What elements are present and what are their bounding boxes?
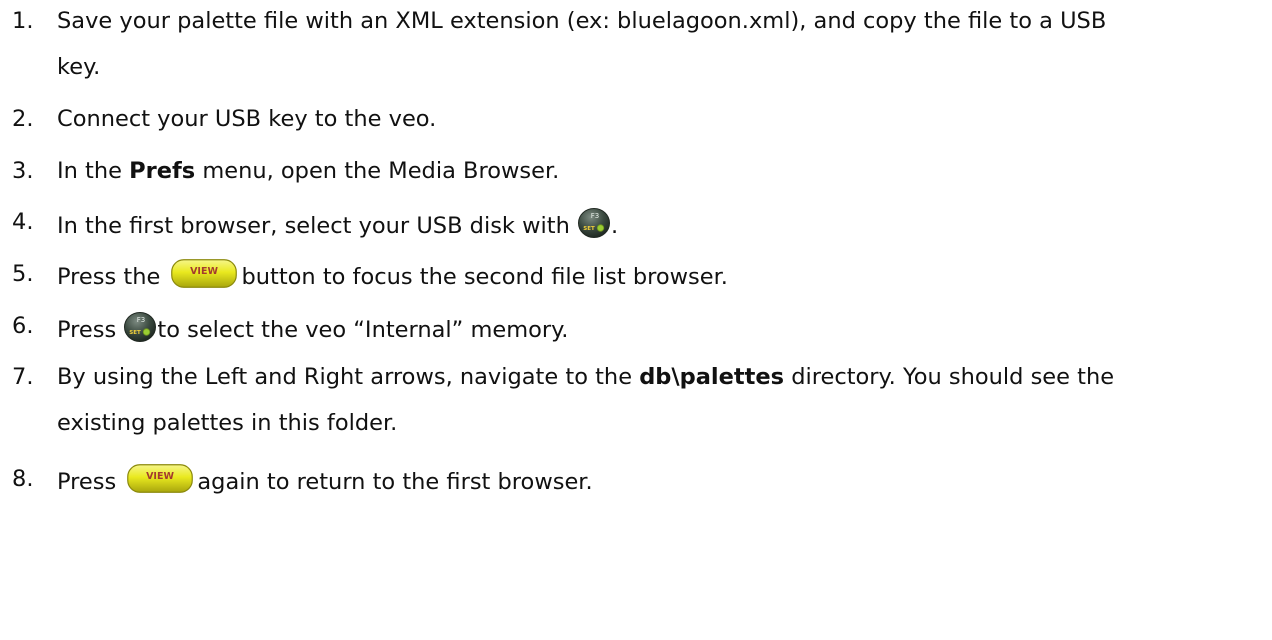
- list-item: 3. In the Prefs menu, open the Media Bro…: [0, 150, 1272, 194]
- step-number: 3.: [12, 158, 34, 184]
- step-number: 1.: [12, 8, 34, 34]
- menu-name-prefs: Prefs: [129, 158, 196, 184]
- step-text-continued: existing palettes in this folder.: [57, 410, 398, 436]
- step-text-post: button to focus the second file list bro…: [241, 264, 728, 290]
- instructions-document: 1. Save your palette file with an XML ex…: [0, 0, 1272, 640]
- step-text-post: again to return to the first browser.: [197, 469, 593, 495]
- step-text-post: menu, open the Media Browser.: [195, 158, 560, 184]
- list-item: 2. Connect your USB key to the veo.: [0, 98, 1272, 142]
- step-number: 7.: [12, 364, 34, 390]
- view-key-icon: VIEW: [171, 259, 238, 288]
- f3-set-key-icon: F3 SET: [124, 312, 157, 342]
- list-item: 6. Press F3 SET to select the veo “Inter…: [0, 305, 1272, 349]
- view-key-label: VIEW: [191, 266, 219, 277]
- f3-key-top-label: F3: [591, 212, 599, 220]
- list-item: 5. Press the VIEW button to focus the se…: [0, 253, 1272, 297]
- directory-name: db\palettes: [639, 364, 785, 390]
- step-number: 4.: [12, 209, 34, 235]
- view-key-label: VIEW: [146, 471, 174, 482]
- step-text: Press the VIEW button to focus the secon…: [57, 259, 728, 292]
- f3-key-bottom-label: SET: [583, 226, 595, 232]
- step-number: 6.: [12, 313, 34, 339]
- step-text-post: directory. You should see the: [784, 364, 1115, 390]
- list-item: 4. In the first browser, select your USB…: [0, 201, 1272, 245]
- step-text-pre: In the first browser, select your USB di…: [57, 213, 570, 239]
- step-number: 5.: [12, 261, 34, 287]
- step-text: By using the Left and Right arrows, navi…: [57, 362, 1114, 392]
- list-item: 8. Press VIEW again to return to the fir…: [0, 458, 1272, 502]
- step-text-continued: key.: [57, 54, 101, 80]
- f3-key-top-label: F3: [137, 316, 145, 324]
- step-number: 2.: [12, 106, 34, 132]
- step-text: Connect your USB key to the veo.: [57, 106, 437, 132]
- step-text-pre: By using the Left and Right arrows, navi…: [57, 364, 640, 390]
- list-item: 7. By using the Left and Right arrows, n…: [0, 356, 1272, 446]
- step-text: Press F3 SET to select the veo “Internal…: [57, 311, 568, 345]
- step-text-post: to select the veo “Internal” memory.: [157, 317, 569, 343]
- step-text-pre: Press: [57, 317, 117, 343]
- step-text-pre: Press: [57, 469, 117, 495]
- step-text-pre: In the: [57, 158, 130, 184]
- step-text-pre: Press the: [57, 264, 161, 290]
- step-text: Save your palette file with an XML exten…: [57, 8, 1107, 34]
- f3-set-key-icon: F3 SET: [578, 208, 610, 238]
- f3-key-bottom-label: SET: [130, 330, 142, 336]
- step-text: Press VIEW again to return to the first …: [57, 464, 593, 497]
- step-text: In the Prefs menu, open the Media Browse…: [57, 156, 559, 186]
- step-text: In the first browser, select your USB di…: [57, 207, 618, 241]
- step-number: 8.: [12, 466, 34, 492]
- step-text-post: .: [611, 213, 619, 239]
- view-key-icon: VIEW: [127, 464, 194, 493]
- list-item: 1. Save your palette file with an XML ex…: [0, 0, 1272, 90]
